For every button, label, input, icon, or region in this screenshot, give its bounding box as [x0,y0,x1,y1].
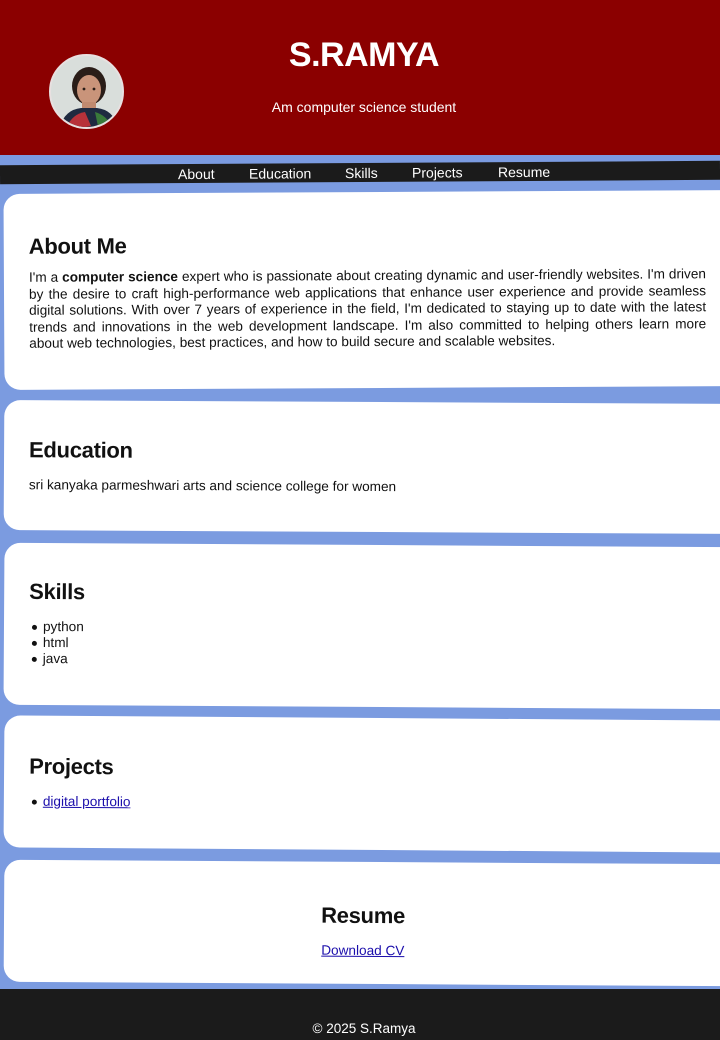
download-cv-link[interactable]: Download CV [321,943,404,959]
projects-section: Projects digital portfolio [3,715,720,853]
resume-section: Resume Download CV [3,859,720,987]
projects-list: digital portfolio [29,794,720,815]
education-heading: Education [29,437,133,463]
skills-heading: Skills [29,578,85,605]
about-emphasis: computer science [62,269,179,285]
project-item: digital portfolio [29,794,720,815]
main-nav: About Education Skills Projects Resume [0,160,720,185]
skills-list: python html java [29,619,720,671]
about-section: About Me I'm a computer science expert w… [3,190,720,390]
skill-item: java [29,651,720,671]
nav-resume[interactable]: Resume [498,164,550,180]
nav-projects[interactable]: Projects [412,164,463,180]
tagline: Am computer science student [271,99,457,115]
site-title: S.RAMYA [288,36,440,74]
about-text: I'm a computer science expert who is pas… [29,266,706,352]
nav-about[interactable]: About [178,166,215,182]
skills-section: Skills python html java [3,542,720,710]
footer-copyright: © 2025 S.Ramya [312,1021,416,1036]
project-link[interactable]: digital portfolio [43,794,131,810]
about-heading: About Me [28,233,127,259]
about-intro: I'm a [28,269,63,285]
projects-heading: Projects [29,753,114,780]
nav-skills[interactable]: Skills [345,165,378,181]
site-header: S.RAMYA Am computer science student [0,0,720,155]
site-footer: © 2025 S.Ramya [0,989,720,1040]
nav-education[interactable]: Education [249,165,311,181]
resume-heading: Resume [321,902,406,929]
education-section: Education sri kanyaka parmeshwari arts a… [3,400,720,534]
education-text: sri kanyaka parmeshwari arts and science… [28,477,397,495]
